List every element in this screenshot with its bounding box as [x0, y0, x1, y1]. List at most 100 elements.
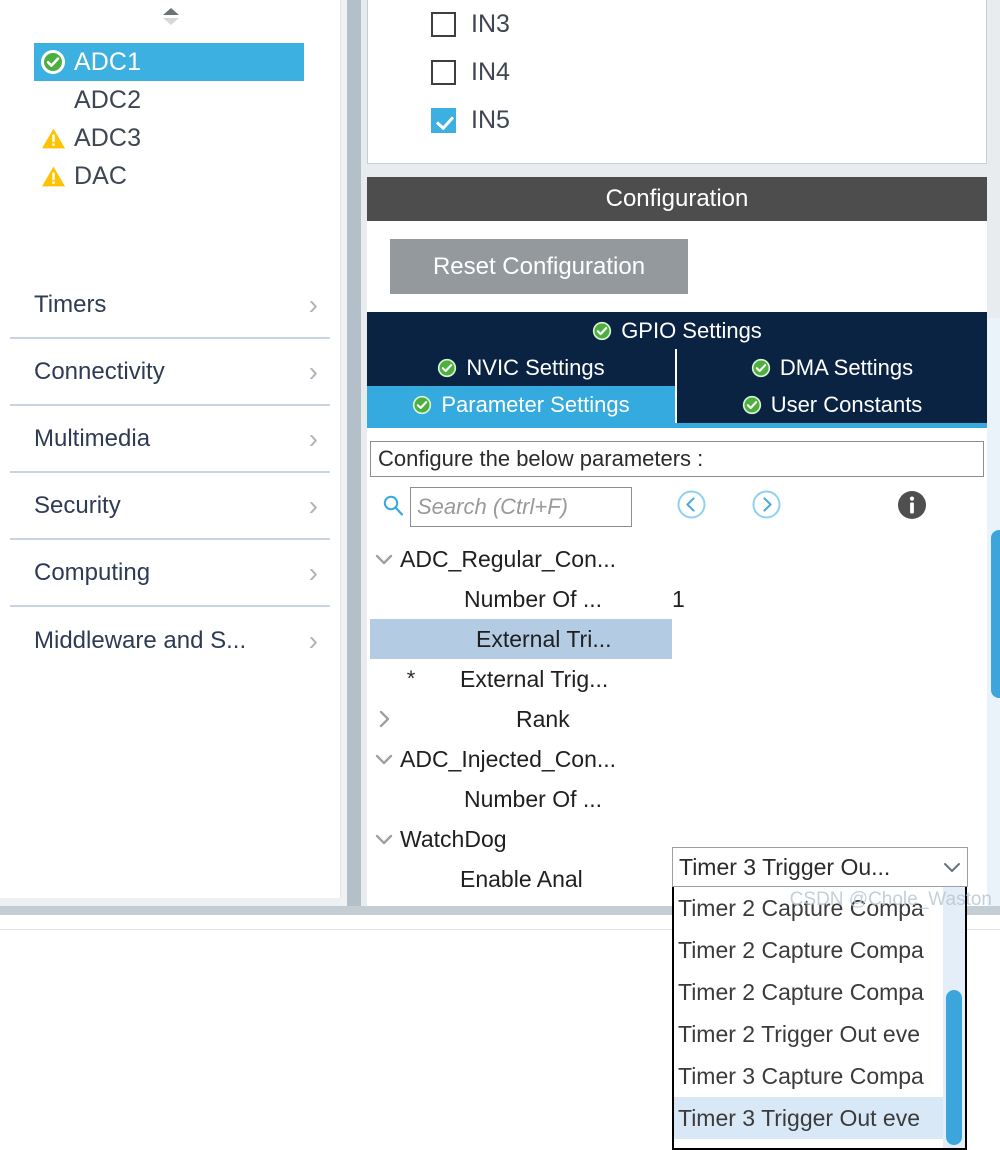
- sidebar-item-dac[interactable]: DAC: [34, 157, 304, 195]
- tree-node-label: External Trig...: [460, 665, 609, 692]
- tab-parameter-settings[interactable]: Parameter Settings: [367, 386, 677, 423]
- status-ok-icon: [751, 358, 771, 378]
- tree-node-label: Number Of ...: [464, 785, 603, 812]
- checkbox-in5[interactable]: [431, 107, 456, 133]
- category-label: Computing: [34, 558, 151, 586]
- parameter-panel-scrollbar-thumb[interactable]: [991, 530, 1000, 698]
- status-ok-icon: [40, 49, 66, 75]
- spinner-down-arrow-icon[interactable]: [162, 18, 179, 25]
- sidebar-category-timers[interactable]: Timers ›: [10, 272, 330, 339]
- dropdown-option[interactable]: Timer 2 Trigger Out eve: [674, 1013, 965, 1055]
- tree-node-label: Rank: [516, 705, 570, 732]
- tab-dma-settings[interactable]: DMA Settings: [677, 349, 987, 386]
- tree-row[interactable]: Number Of ...: [370, 779, 964, 819]
- tree-node-label: ADC_Injected_Con...: [400, 745, 617, 772]
- chevron-down-icon[interactable]: [370, 832, 398, 846]
- tree-row[interactable]: Rank: [370, 699, 964, 739]
- configuration-header: Configuration: [367, 177, 987, 221]
- category-label: Middleware and S...: [34, 626, 247, 654]
- status-ok-icon: [592, 321, 612, 341]
- info-icon[interactable]: [895, 488, 929, 527]
- tab-nvic-settings[interactable]: NVIC Settings: [367, 349, 677, 386]
- search-input[interactable]: [410, 487, 632, 527]
- tree-node-label: ADC_Regular_Con...: [400, 545, 617, 572]
- sidebar-category-security[interactable]: Security ›: [10, 473, 330, 540]
- chevron-right-icon: ›: [308, 288, 318, 320]
- spinner-up-arrow-icon[interactable]: [162, 8, 179, 15]
- combobox-selected-value: Timer 3 Trigger Ou...: [679, 853, 891, 880]
- tree-row[interactable]: ADC_Injected_Con...: [370, 739, 964, 779]
- sidebar-category-computing[interactable]: Computing ›: [10, 540, 330, 607]
- channel-label: IN4: [471, 57, 510, 86]
- app-root: ADC1 ADC2 ADC3 DAC Timers › Connectivity…: [0, 0, 1000, 1150]
- chevron-down-icon[interactable]: [370, 552, 398, 566]
- sidebar-collapse-spinner[interactable]: [0, 0, 340, 36]
- external-trigger-dropdown-list[interactable]: Timer 2 Capture Compa Timer 2 Capture Co…: [672, 887, 967, 1150]
- parameter-panel-scrollbar[interactable]: [987, 318, 1000, 906]
- chevron-right-icon: ›: [308, 422, 318, 454]
- sidebar-item-adc3[interactable]: ADC3: [34, 119, 304, 157]
- category-label: Multimedia: [34, 424, 151, 452]
- status-ok-icon: [437, 358, 457, 378]
- configuration-title: Configuration: [605, 185, 749, 212]
- tree-row-selected[interactable]: External Tri...: [370, 619, 964, 659]
- sidebar-category-middleware[interactable]: Middleware and S... ›: [10, 607, 330, 674]
- status-ok-icon: [412, 395, 432, 415]
- chevron-down-icon[interactable]: [937, 860, 967, 874]
- tree-row[interactable]: ADC_Regular_Con...: [370, 539, 964, 579]
- sidebar-item-label: DAC: [74, 161, 128, 190]
- channel-row-in5[interactable]: IN5: [368, 96, 986, 144]
- chevron-right-icon: ›: [308, 355, 318, 387]
- tree-row[interactable]: * External Trig...: [370, 659, 964, 699]
- sidebar-item-adc2[interactable]: ADC2: [34, 81, 304, 119]
- dropdown-scrollbar[interactable]: [943, 887, 965, 1148]
- peripheral-list: ADC1 ADC2 ADC3 DAC: [34, 43, 304, 195]
- dropdown-option[interactable]: Timer 2 Capture Compa: [674, 971, 965, 1013]
- channel-row-in4[interactable]: IN4: [368, 48, 986, 96]
- tree-row[interactable]: Number Of ... 1: [370, 579, 964, 619]
- channel-checkbox-card: IN3 IN4 IN5: [367, 0, 987, 164]
- chevron-down-icon[interactable]: [370, 752, 398, 766]
- parameter-search-toolbar: [370, 483, 984, 531]
- configure-parameters-label: Configure the below parameters :: [370, 441, 984, 477]
- category-list: Timers › Connectivity › Multimedia › Sec…: [10, 272, 330, 674]
- dropdown-option[interactable]: Timer 2 Capture Compa: [674, 887, 965, 929]
- reset-configuration-button[interactable]: Reset Configuration: [390, 239, 688, 294]
- configure-parameters-text: Configure the below parameters :: [378, 446, 704, 471]
- checkbox-in3[interactable]: [431, 11, 456, 37]
- panel-splitter[interactable]: [347, 0, 361, 906]
- chevron-right-icon[interactable]: [370, 709, 398, 729]
- tab-user-constants[interactable]: User Constants: [677, 386, 987, 423]
- reset-configuration-label: Reset Configuration: [432, 252, 646, 280]
- sidebar-category-connectivity[interactable]: Connectivity ›: [10, 339, 330, 406]
- checkbox-in4[interactable]: [431, 59, 456, 85]
- dropdown-option[interactable]: Timer 2 Capture Compa: [674, 929, 965, 971]
- dropdown-option[interactable]: Timer 3 Capture Compa: [674, 1055, 965, 1097]
- tree-node-label: Enable Anal: [460, 865, 583, 892]
- configuration-panel: IN3 IN4 IN5 Configuration Reset Configur…: [361, 0, 1000, 1150]
- peripheral-sidebar: ADC1 ADC2 ADC3 DAC Timers › Connectivity…: [0, 0, 341, 898]
- modified-star-marker: *: [406, 666, 416, 691]
- sidebar-category-multimedia[interactable]: Multimedia ›: [10, 406, 330, 473]
- status-none-icon: [40, 87, 66, 113]
- search-icon: [382, 494, 404, 521]
- dropdown-scrollbar-thumb[interactable]: [946, 990, 962, 1145]
- tab-gpio-settings[interactable]: GPIO Settings: [367, 312, 987, 349]
- spinner-arrows-icon[interactable]: [160, 5, 182, 31]
- warning-triangle-icon: [40, 125, 66, 151]
- sidebar-item-label: ADC1: [74, 47, 142, 76]
- external-trigger-combobox[interactable]: Timer 3 Trigger Ou...: [672, 847, 968, 887]
- chevron-right-icon: ›: [308, 624, 318, 656]
- circle-left-arrow-icon[interactable]: [676, 489, 707, 525]
- dropdown-option-selected[interactable]: Timer 3 Trigger Out eve: [674, 1097, 965, 1139]
- status-ok-icon: [742, 395, 762, 415]
- sidebar-item-label: ADC2: [74, 85, 142, 114]
- category-label: Security: [34, 491, 121, 519]
- active-tab-underline: [367, 423, 987, 428]
- channel-label: IN5: [471, 105, 510, 134]
- sidebar-item-adc1[interactable]: ADC1: [34, 43, 304, 81]
- sidebar-item-label: ADC3: [74, 123, 142, 152]
- tree-node-value[interactable]: 1: [672, 586, 685, 613]
- channel-row-in3[interactable]: IN3: [368, 0, 986, 48]
- circle-right-arrow-icon[interactable]: [751, 489, 782, 525]
